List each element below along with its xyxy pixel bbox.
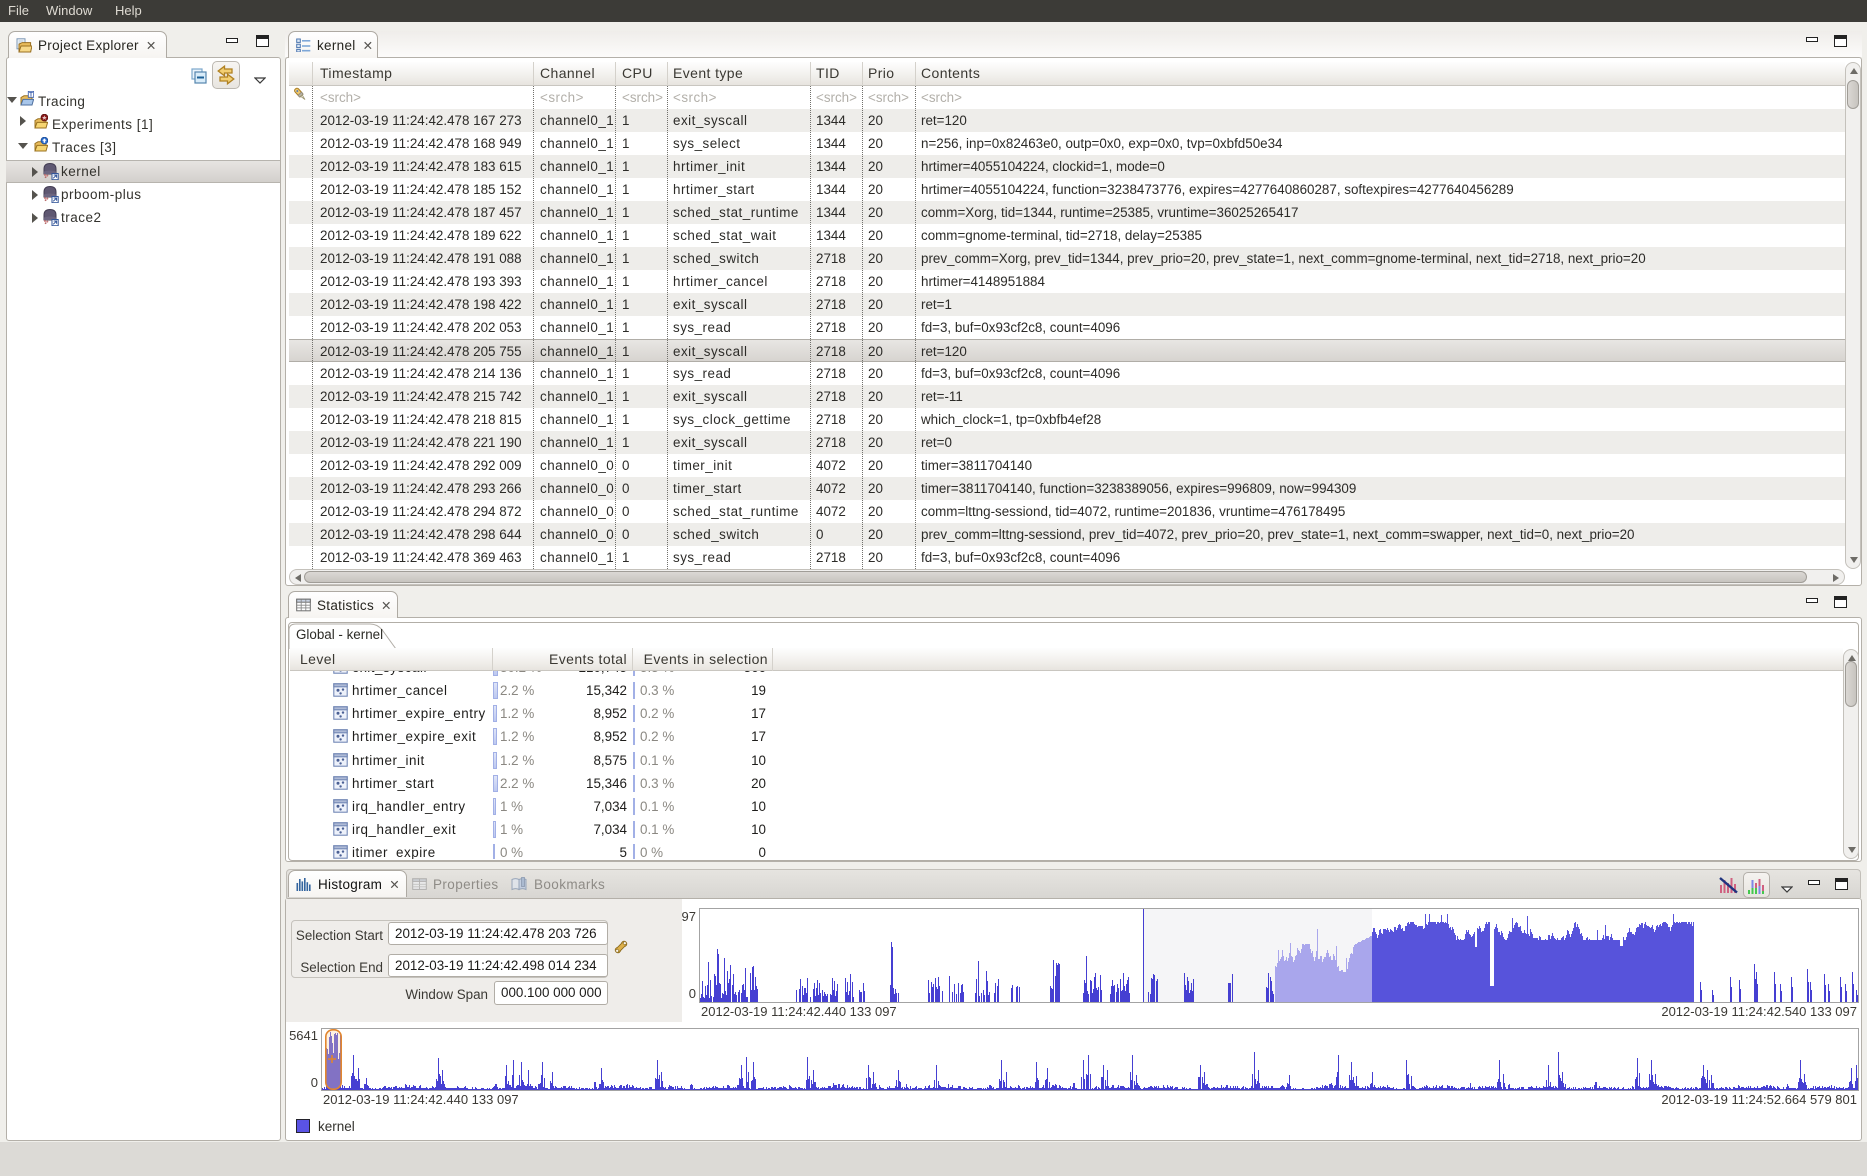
svg-text:T: T: [29, 91, 33, 98]
